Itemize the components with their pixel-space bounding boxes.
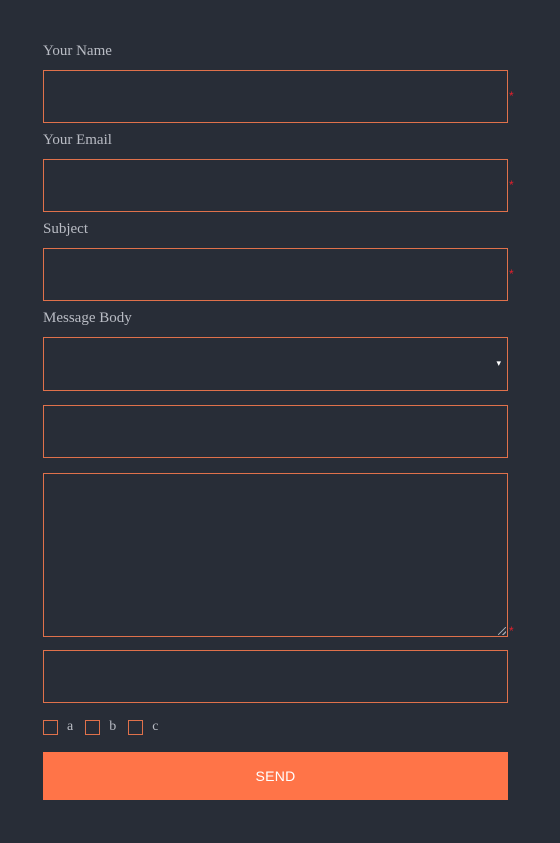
- message-textarea[interactable]: [44, 474, 507, 636]
- checkbox-group: a b c: [43, 719, 170, 735]
- email-field[interactable]: [43, 159, 508, 212]
- checkbox-a[interactable]: [43, 719, 58, 735]
- message-select[interactable]: ▾: [43, 337, 508, 391]
- extra-input[interactable]: [44, 406, 507, 457]
- send-button[interactable]: SEND: [43, 752, 508, 800]
- checkbox-a-label: a: [67, 719, 74, 734]
- subject-input[interactable]: [44, 249, 507, 300]
- extra-input-field[interactable]: [43, 405, 508, 458]
- message-textarea-field[interactable]: [43, 473, 508, 637]
- name-label: Your Name: [43, 43, 112, 59]
- message-body-label: Message Body: [43, 310, 132, 326]
- checkbox-b[interactable]: [85, 719, 101, 735]
- bottom-input[interactable]: [44, 651, 507, 702]
- email-input[interactable]: [44, 160, 507, 211]
- checkbox-c[interactable]: [128, 719, 144, 735]
- bottom-input-field[interactable]: [43, 650, 508, 703]
- name-required-mark: *: [509, 89, 514, 103]
- contact-form: Your Name * Your Email * Subject * Messa…: [0, 0, 560, 843]
- subject-label: Subject: [43, 221, 88, 237]
- resize-grip-icon[interactable]: [498, 627, 506, 635]
- subject-field[interactable]: [43, 248, 508, 301]
- checkbox-c-label: c: [152, 719, 159, 734]
- name-input[interactable]: [44, 71, 507, 122]
- chevron-down-icon[interactable]: ▾: [496, 359, 501, 369]
- textarea-required-mark: *: [509, 624, 514, 638]
- subject-required-mark: *: [509, 267, 514, 281]
- email-required-mark: *: [509, 178, 514, 192]
- email-label: Your Email: [43, 132, 112, 148]
- name-field[interactable]: [43, 70, 508, 123]
- checkbox-b-label: b: [109, 719, 117, 734]
